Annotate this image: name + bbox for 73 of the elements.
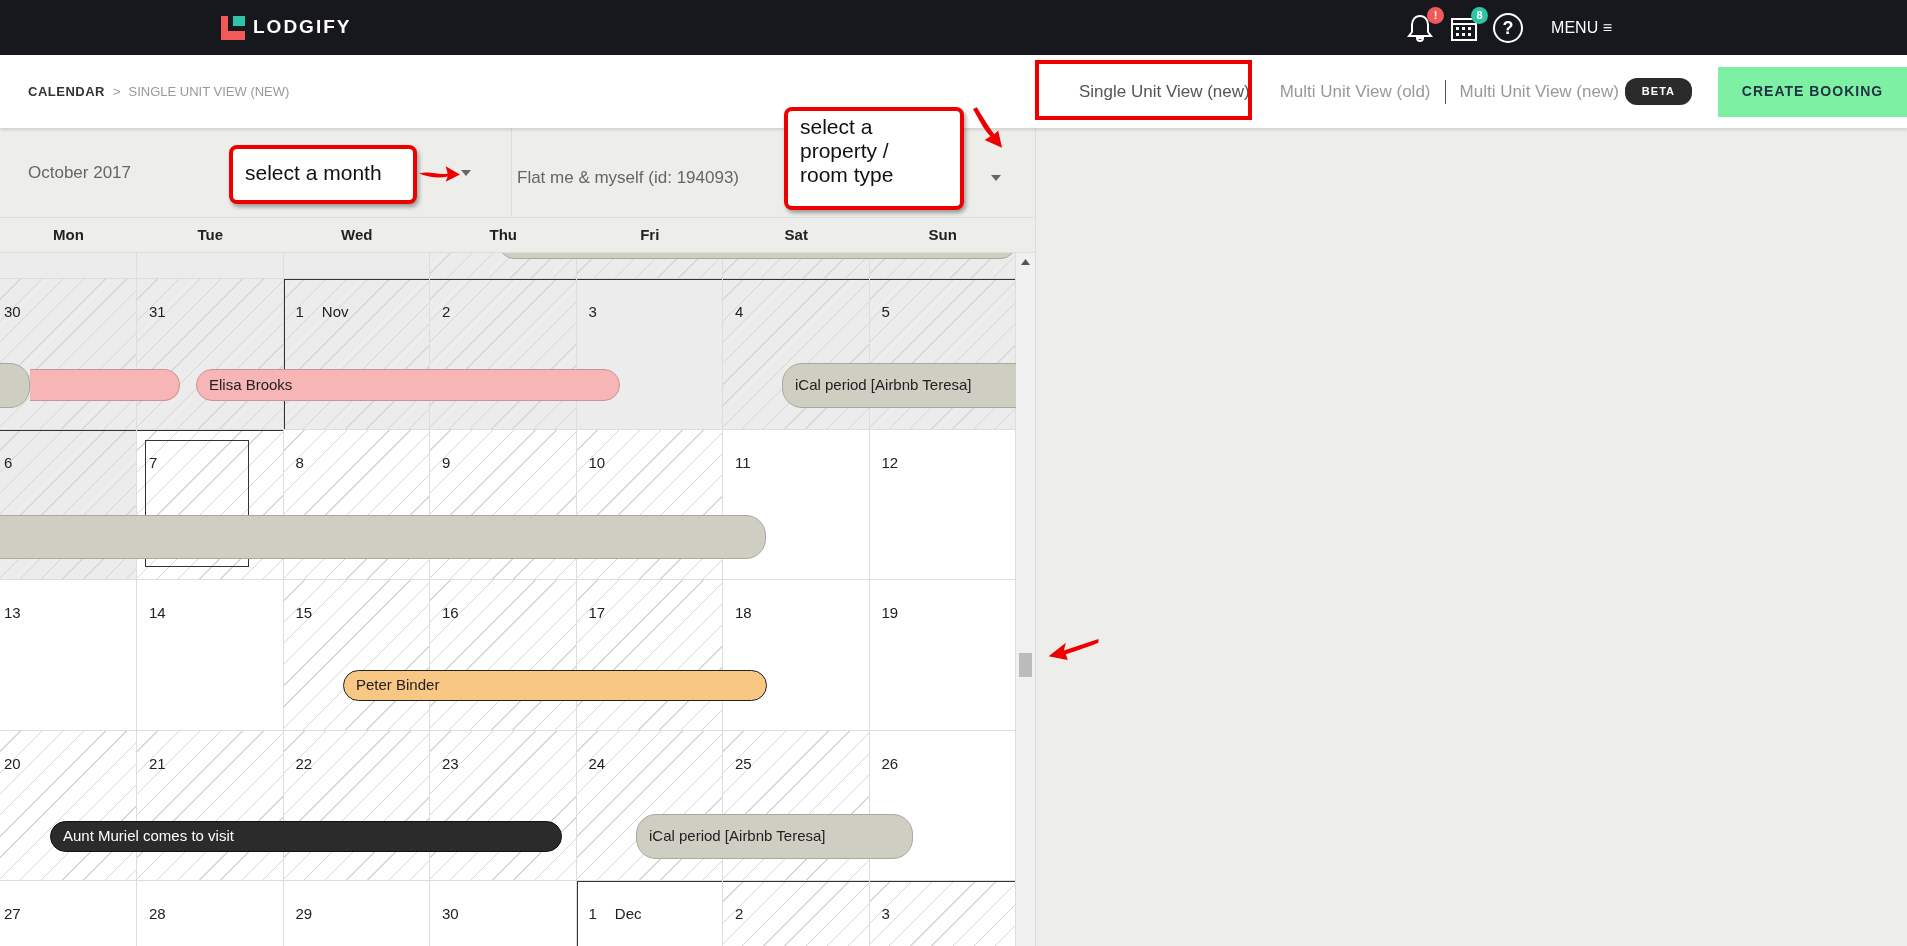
day-number: 14 [149, 604, 166, 621]
month-select[interactable]: October 2017 [28, 159, 131, 186]
bell-icon[interactable] [1405, 12, 1436, 43]
callout-tooltip: select a property / room type [784, 107, 964, 210]
booking-bar[interactable]: Peter Binder [343, 670, 767, 701]
notification-badge: ! [1427, 6, 1445, 24]
day-number: 5 [881, 303, 890, 320]
day-number: 31 [149, 303, 166, 320]
arrow-icon [972, 106, 1003, 149]
day-number: 4 [735, 303, 744, 320]
day-number: 19 [881, 604, 899, 621]
booking-bar[interactable]: iCal period [Airbnb Teresa] [636, 813, 913, 859]
logo-icon [221, 15, 245, 40]
scroll-up-icon[interactable] [1021, 259, 1030, 265]
day-number: 27 [4, 905, 21, 922]
create-booking-button[interactable]: CREATE BOOKING [1718, 66, 1907, 117]
day-number: 10 [588, 453, 606, 471]
weekday-label: Sun [927, 225, 958, 245]
day-number: 3 [588, 303, 597, 320]
breadcrumb-separator: > [112, 82, 121, 101]
month-label: Dec [614, 905, 642, 922]
day-number: 29 [295, 905, 313, 922]
day-number: 2 [442, 303, 451, 320]
help-button[interactable]: ? [1493, 12, 1524, 43]
menu-button[interactable]: MENU ≡ [1551, 15, 1612, 40]
month-label: Nov [321, 303, 349, 320]
day-number: 22 [295, 754, 313, 772]
arrow-icon [419, 165, 461, 183]
day-number: 9 [442, 453, 451, 471]
day-number: 26 [881, 754, 899, 772]
callout-tooltip: select a month [229, 145, 417, 204]
booking-bar[interactable]: Elisa Brooks [196, 369, 620, 401]
breadcrumb-current: SINGLE UNIT VIEW (NEW) [128, 82, 290, 101]
day-number: 23 [442, 754, 459, 772]
day-number: 25 [735, 754, 752, 772]
booking-bar[interactable]: iCal period [Airbnb Teresa] [782, 363, 1016, 408]
day-number: 18 [735, 604, 752, 621]
day-number: 24 [588, 754, 606, 772]
booking-bar[interactable]: Aunt Muriel comes to visit [50, 820, 562, 852]
day-number: 16 [442, 604, 459, 621]
weekday-label: Fri [639, 225, 661, 245]
logo-text: LODGIFY [253, 15, 352, 40]
day-number: 21 [149, 754, 166, 772]
day-number: 30 [4, 303, 21, 320]
day-number: 13 [4, 604, 21, 621]
breadcrumb-link[interactable]: CALENDAR [28, 81, 105, 102]
day-number: 1 [588, 905, 597, 922]
weekday-label: Tue [196, 225, 225, 245]
scrollbar-thumb[interactable] [1019, 653, 1032, 677]
day-number: 12 [881, 453, 899, 471]
view-tab[interactable]: Single Unit View (new) [1078, 78, 1250, 105]
weekday-label: Wed [340, 225, 374, 245]
day-number: 3 [881, 905, 890, 922]
weekday-label: Mon [52, 225, 85, 245]
weekday-label: Sat [783, 225, 809, 245]
day-number: 11 [735, 453, 751, 471]
day-number: 1 [295, 303, 304, 320]
day-number: 17 [588, 604, 606, 621]
day-number: 28 [149, 905, 166, 922]
weekday-label: Thu [488, 225, 518, 245]
day-number: 8 [295, 453, 304, 471]
beta-badge: BETA [1624, 78, 1692, 105]
day-number: 30 [442, 905, 459, 922]
arrow-icon [1047, 638, 1100, 661]
calendar-badge: 8 [1471, 6, 1489, 24]
day-number: 20 [4, 754, 21, 772]
day-number: 6 [4, 453, 13, 471]
day-number: 15 [295, 604, 313, 621]
property-select[interactable]: Flat me & myself (id: 194093) [517, 164, 740, 191]
dropdown-caret-icon[interactable] [991, 174, 1001, 181]
day-number: 2 [735, 905, 744, 922]
scrollbar[interactable] [1016, 253, 1035, 946]
day-number: 7 [149, 453, 158, 471]
